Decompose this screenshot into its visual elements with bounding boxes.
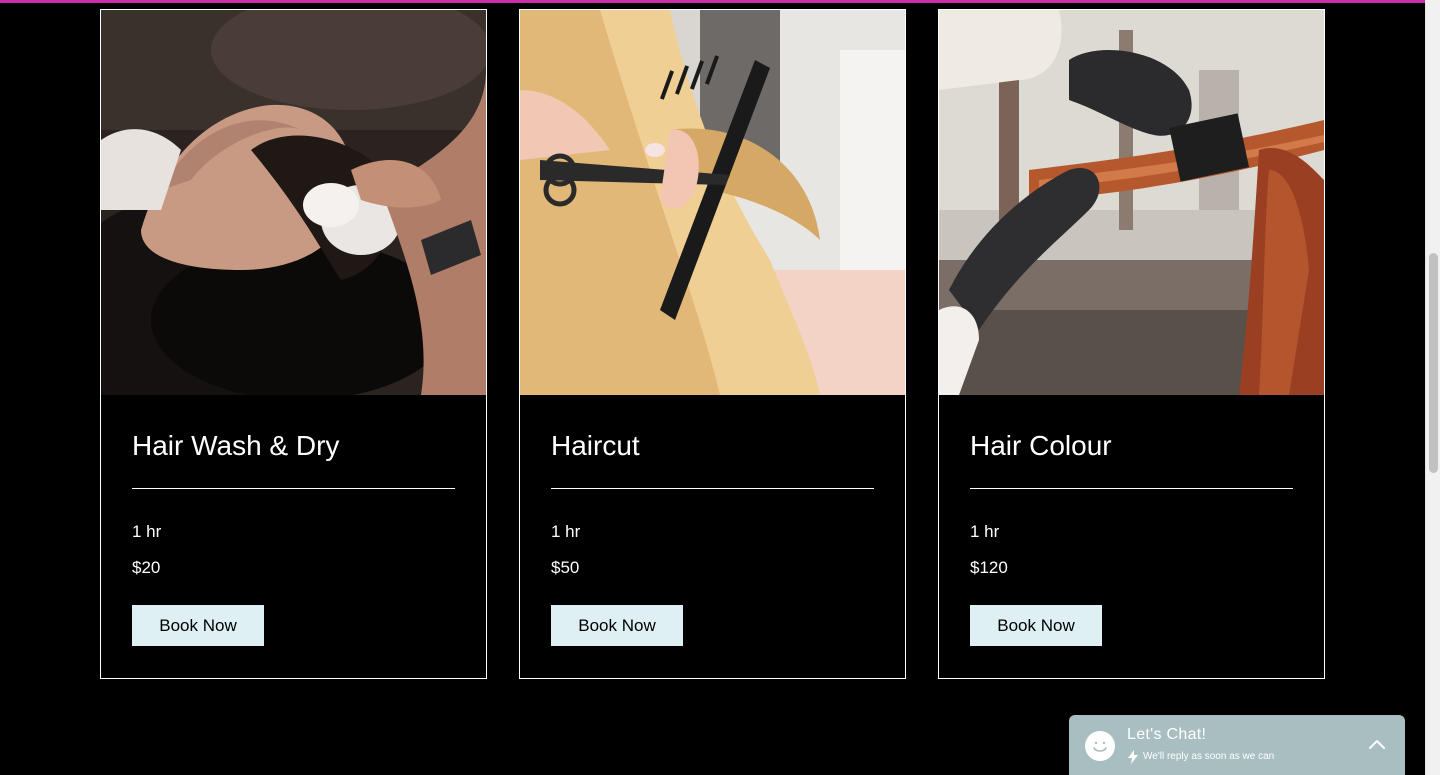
page: Hair Wash & Dry 1 hr $20 Book Now Haircu… bbox=[0, 0, 1440, 775]
hair-wash-photo-icon bbox=[101, 10, 486, 395]
card-duration: 1 hr bbox=[970, 522, 1000, 541]
scrollbar-track[interactable] bbox=[1425, 0, 1440, 775]
card-duration: 1 hr bbox=[132, 522, 162, 541]
book-now-button-hair-wash[interactable]: Book Now bbox=[132, 605, 264, 646]
hair-colour-photo-icon bbox=[939, 10, 1324, 395]
card-price: $120 bbox=[970, 558, 1008, 577]
chat-widget[interactable]: Let's Chat! We'll reply as soon as we ca… bbox=[1069, 715, 1405, 775]
hair-colour-image bbox=[939, 10, 1324, 395]
service-card-hair-colour: Hair Colour 1 hr $120 Book Now bbox=[938, 9, 1325, 679]
haircut-image bbox=[520, 10, 905, 395]
card-divider bbox=[551, 488, 874, 489]
chat-subtitle: We'll reply as soon as we can bbox=[1143, 751, 1275, 762]
hair-wash-image bbox=[101, 10, 486, 395]
card-title: Haircut bbox=[551, 430, 640, 461]
book-now-button-haircut[interactable]: Book Now bbox=[551, 605, 683, 646]
service-card-hair-wash: Hair Wash & Dry 1 hr $20 Book Now bbox=[100, 9, 487, 679]
lightning-icon bbox=[1128, 750, 1138, 764]
card-title: Hair Wash & Dry bbox=[132, 430, 340, 461]
book-now-button-hair-colour[interactable]: Book Now bbox=[970, 605, 1102, 646]
card-divider bbox=[132, 488, 455, 489]
card-price: $20 bbox=[132, 558, 161, 577]
smiley-icon bbox=[1085, 731, 1115, 761]
chat-title: Let's Chat! bbox=[1127, 726, 1207, 743]
accent-bar bbox=[0, 0, 1425, 3]
scrollbar-thumb[interactable] bbox=[1429, 253, 1438, 473]
service-card-haircut: Haircut 1 hr $50 Book Now bbox=[519, 9, 906, 679]
chevron-up-icon[interactable] bbox=[1367, 735, 1387, 755]
card-price: $50 bbox=[551, 558, 580, 577]
haircut-photo-icon bbox=[520, 10, 905, 395]
card-duration: 1 hr bbox=[551, 522, 581, 541]
card-divider bbox=[970, 488, 1293, 489]
card-title: Hair Colour bbox=[970, 430, 1112, 461]
